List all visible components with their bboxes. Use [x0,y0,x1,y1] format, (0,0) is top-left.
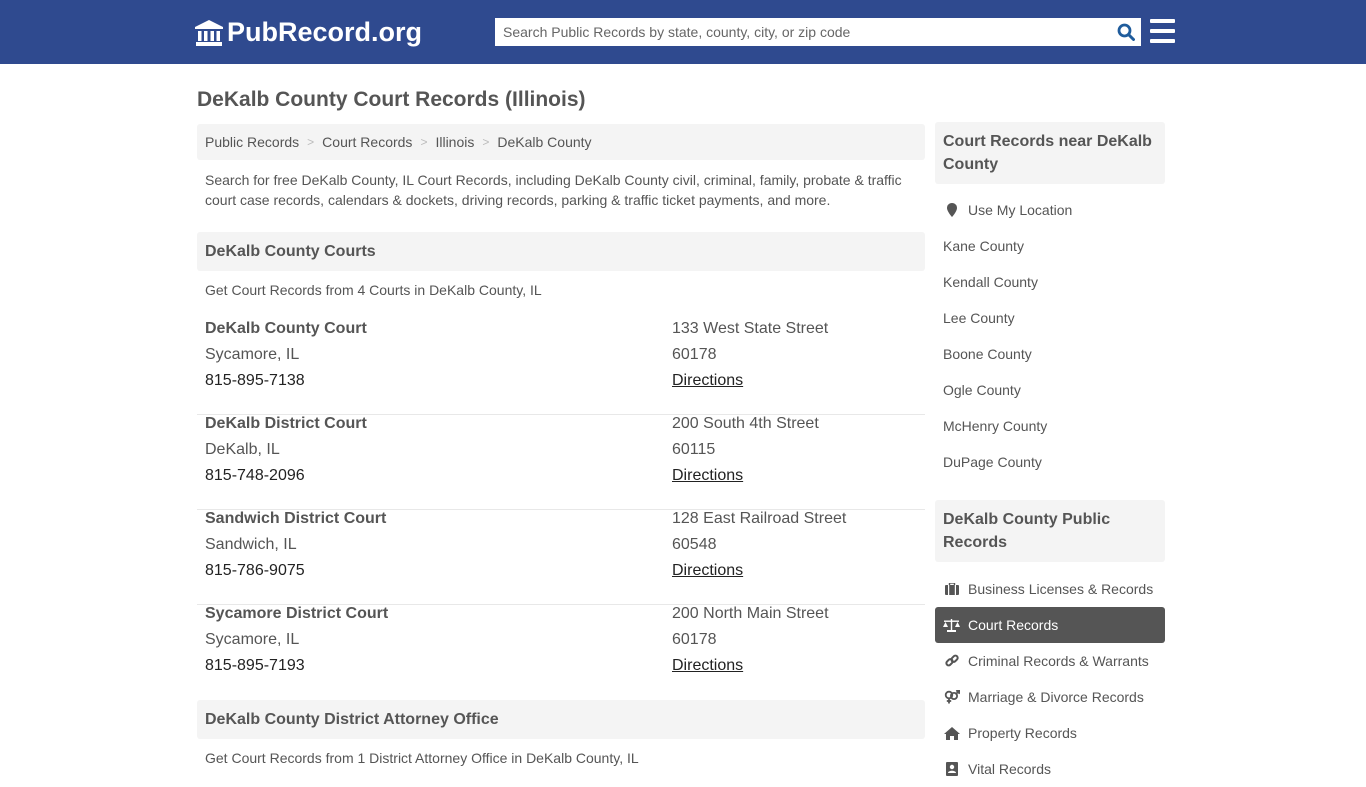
search-icon [1117,23,1135,41]
directions-link[interactable]: Directions [672,467,743,485]
sidebar-item-label: Business Licenses & Records [968,581,1154,597]
directions-link[interactable]: Directions [672,372,743,390]
top-navbar: PubRecord.org [0,0,1366,64]
court-city: Sandwich, IL [205,536,297,553]
page-title: DeKalb County Court Records (Illinois) [197,88,586,111]
court-list-item: Sycamore District Court Sycamore, IL 815… [197,605,925,700]
court-street: 128 East Railroad Street [672,510,847,527]
sidebar-item-vital-records[interactable]: Vital Records [935,751,1165,787]
court-phone[interactable]: 815-895-7193 [205,657,305,675]
breadcrumb-separator: > [307,135,315,149]
sidebar-item-marriage-divorce[interactable]: Marriage & Divorce Records [935,679,1165,715]
directions-link[interactable]: Directions [672,657,743,675]
sidebar-public-records-header: DeKalb County Public Records [935,500,1165,562]
court-city: Sycamore, IL [205,631,300,648]
court-phone[interactable]: 815-895-7138 [205,372,305,390]
sidebar-item-court-records[interactable]: Court Records [935,607,1165,643]
nearby-county-link[interactable]: Kendall County [935,264,1165,300]
venus-mars-icon [943,690,960,704]
sidebar-item-property-records[interactable]: Property Records [935,715,1165,751]
court-name: Sycamore District Court [205,605,389,622]
search-button[interactable] [1111,18,1141,46]
sidebar-item-label: Marriage & Divorce Records [968,689,1144,705]
sidebar-public-records: DeKalb County Public Records Business Li… [935,500,1165,787]
nearby-county-link[interactable]: Boone County [935,336,1165,372]
courts-section-subtitle: Get Court Records from 4 Courts in DeKal… [205,282,542,298]
use-my-location-label: Use My Location [968,202,1073,218]
court-phone[interactable]: 815-786-9075 [205,562,305,580]
sidebar-nearby: Court Records near DeKalb County Use My … [935,122,1165,480]
nearby-county-link[interactable]: Ogle County [935,372,1165,408]
court-name: DeKalb County Court [205,320,367,337]
sidebar-item-label: Court Records [968,617,1059,633]
scale-icon [943,618,960,632]
breadcrumb: Public Records > Court Records > Illinoi… [197,124,925,160]
courts-section-header: DeKalb County Courts [197,232,925,271]
site-logo[interactable]: PubRecord.org [195,17,422,48]
court-phone[interactable]: 815-748-2096 [205,467,305,485]
breadcrumb-illinois[interactable]: Illinois [435,134,474,150]
court-zip: 60115 [672,441,716,458]
sidebar-item-business-licenses[interactable]: Business Licenses & Records [935,571,1165,607]
sidebar-item-label: Criminal Records & Warrants [968,653,1149,669]
map-marker-icon [943,203,960,217]
id-card-icon [943,762,960,776]
court-list-item: DeKalb County Court Sycamore, IL 815-895… [197,320,925,415]
search-bar [495,18,1141,46]
court-list-item: Sandwich District Court Sandwich, IL 815… [197,510,925,605]
da-section-subtitle: Get Court Records from 1 District Attorn… [205,750,639,766]
intro-text: Search for free DeKalb County, IL Court … [205,172,902,208]
breadcrumb-court-records[interactable]: Court Records [322,134,412,150]
court-name: DeKalb District Court [205,415,367,432]
home-icon [943,726,960,740]
sidebar-item-label: Vital Records [968,761,1052,777]
search-input[interactable] [495,18,1111,46]
sidebar-nearby-header: Court Records near DeKalb County [935,122,1165,184]
court-city: DeKalb, IL [205,441,280,458]
breadcrumb-dekalb-county[interactable]: DeKalb County [497,134,591,150]
court-zip: 60178 [672,346,717,363]
logo-text: PubRecord.org [227,17,423,47]
court-city: Sycamore, IL [205,346,300,363]
main-content: Public Records > Court Records > Illinoi… [197,124,925,766]
nearby-county-link[interactable]: McHenry County [935,408,1165,444]
breadcrumb-public-records[interactable]: Public Records [205,134,299,150]
briefcase-icon [943,582,960,596]
sidebar-item-criminal-records[interactable]: Criminal Records & Warrants [935,643,1165,679]
court-street: 200 North Main Street [672,605,829,622]
court-name: Sandwich District Court [205,510,387,527]
breadcrumb-separator: > [420,135,428,149]
sidebar-item-label: Property Records [968,725,1077,741]
use-my-location-link[interactable]: Use My Location [935,192,1165,228]
breadcrumb-separator: > [482,135,490,149]
hamburger-menu-icon[interactable] [1150,19,1175,43]
courthouse-icon [195,19,223,46]
court-zip: 60178 [672,631,717,648]
directions-link[interactable]: Directions [672,562,743,580]
link-icon [943,654,960,668]
court-street: 200 South 4th Street [672,415,819,432]
da-section-header: DeKalb County District Attorney Office [197,700,925,739]
court-street: 133 West State Street [672,320,829,337]
nearby-county-link[interactable]: Kane County [935,228,1165,264]
nearby-county-link[interactable]: Lee County [935,300,1165,336]
nearby-county-link[interactable]: DuPage County [935,444,1165,480]
court-list-item: DeKalb District Court DeKalb, IL 815-748… [197,415,925,510]
court-zip: 60548 [672,536,717,553]
